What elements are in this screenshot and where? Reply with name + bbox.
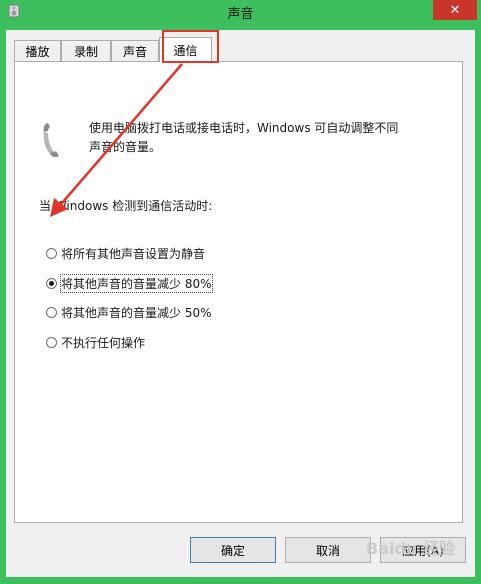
annotation-highlight-box [162, 30, 219, 63]
close-icon: ✕ [449, 2, 461, 18]
tab-panel-communications: 使用电脑拨打电话或接电话时，Windows 可自动调整不同 声音的音量。 当 W… [14, 61, 463, 523]
radio-label: 将所有其他声音设置为静音 [61, 246, 206, 261]
description-line-1: 使用电脑拨打电话或接电话时，Windows 可自动调整不同 [89, 121, 399, 135]
window-title: 声音 [227, 7, 254, 22]
close-button[interactable]: ✕ [433, 0, 477, 20]
radio-option-do-nothing[interactable]: 不执行任何操作 [46, 333, 145, 351]
cancel-button[interactable]: 取消 [285, 537, 371, 563]
radio-button-selected[interactable] [46, 277, 57, 289]
radio-button[interactable] [46, 306, 57, 318]
radio-option-reduce-50[interactable]: 将其他声音的音量减少 50% [46, 303, 212, 321]
radio-option-reduce-80[interactable]: 将其他声音的音量减少 80% [46, 273, 213, 293]
sound-dialog-window: 声音 ✕ 播放 录制 声音 通信 使用电脑拨打电话或接电话时，Windows 可… [0, 0, 481, 584]
radio-option-mute-all[interactable]: 将所有其他声音设置为静音 [46, 244, 205, 262]
radio-button[interactable] [46, 336, 57, 348]
radio-label: 将其他声音的音量减少 80% [60, 273, 213, 293]
ok-button[interactable]: 确定 [190, 537, 276, 563]
watermark-text: Baidu 经验 [366, 539, 455, 558]
radio-label: 将其他声音的音量减少 50% [61, 305, 212, 320]
telephone-handset-icon [43, 123, 59, 158]
tab-sounds[interactable]: 声音 [111, 40, 159, 61]
radio-label: 不执行任何操作 [61, 335, 146, 350]
radio-button[interactable] [46, 247, 57, 259]
communications-description: 使用电脑拨打电话或接电话时，Windows 可自动调整不同 声音的音量。 [89, 119, 439, 157]
title-bar[interactable]: 声音 ✕ [0, 0, 481, 24]
tab-playback[interactable]: 播放 [14, 40, 61, 61]
tab-recording[interactable]: 录制 [61, 40, 111, 61]
dialog-client-area: 播放 录制 声音 通信 使用电脑拨打电话或接电话时，Windows 可自动调整不… [6, 30, 475, 577]
description-line-2: 声音的音量。 [89, 140, 162, 154]
detection-section-label: 当 Windows 检测到通信活动时: [39, 199, 213, 213]
